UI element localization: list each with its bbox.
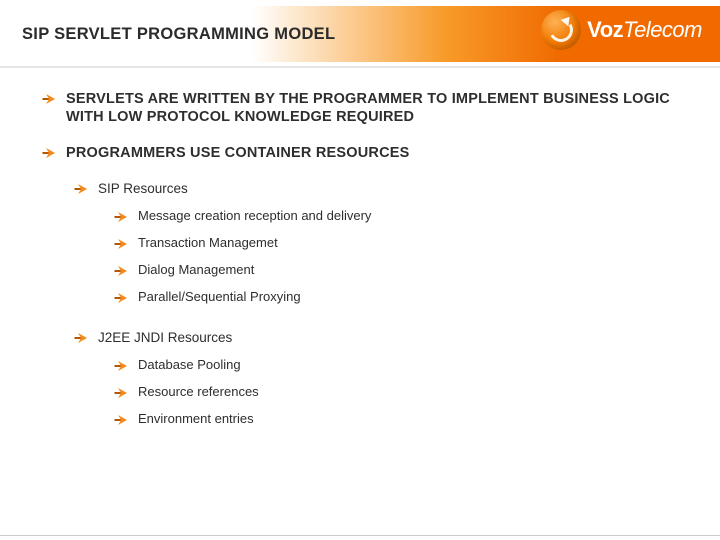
arrow-icon xyxy=(42,92,56,106)
arrow-icon xyxy=(114,413,128,427)
bullet-level1: J2EE JNDI Resources xyxy=(74,329,690,347)
bullet-level2: Resource references xyxy=(114,384,690,401)
bullet-text: Environment entries xyxy=(138,411,254,428)
logo-text: VozTelecom xyxy=(587,17,702,43)
bullet-text: SERVLETS ARE WRITTEN BY THE PROGRAMMER T… xyxy=(66,90,690,126)
bullet-level2: Message creation reception and delivery xyxy=(114,208,690,225)
bullet-text: Dialog Management xyxy=(138,262,254,279)
bullet-text: PROGRAMMERS USE CONTAINER RESOURCES xyxy=(66,144,409,162)
bullet-text: Parallel/Sequential Proxying xyxy=(138,289,301,306)
bullet-level0: PROGRAMMERS USE CONTAINER RESOURCES xyxy=(42,144,690,162)
bullet-level2: Transaction Managemet xyxy=(114,235,690,252)
arrow-icon xyxy=(114,359,128,373)
arrow-icon xyxy=(114,264,128,278)
arrow-icon xyxy=(114,210,128,224)
bullet-text: J2EE JNDI Resources xyxy=(98,329,232,347)
bullet-text: SIP Resources xyxy=(98,180,188,198)
logo-italic: Telecom xyxy=(623,17,702,42)
arrow-icon xyxy=(42,146,56,160)
arrow-icon xyxy=(74,182,88,196)
slide-header: SIP SERVLET PROGRAMMING MODEL VozTelecom xyxy=(0,0,720,68)
arrow-icon xyxy=(74,331,88,345)
bullet-text: Database Pooling xyxy=(138,357,241,374)
bullet-text: Transaction Managemet xyxy=(138,235,278,252)
bullet-level2: Parallel/Sequential Proxying xyxy=(114,289,690,306)
bullet-text: Resource references xyxy=(138,384,259,401)
bullet-text: Message creation reception and delivery xyxy=(138,208,371,225)
slide-title: SIP SERVLET PROGRAMMING MODEL xyxy=(0,25,335,44)
footer-rule xyxy=(0,535,720,536)
slide-body: SERVLETS ARE WRITTEN BY THE PROGRAMMER T… xyxy=(0,68,720,428)
logo-swirl-icon xyxy=(541,10,581,50)
logo-bold: Voz xyxy=(587,17,623,42)
header-rule xyxy=(0,66,720,68)
arrow-icon xyxy=(114,237,128,251)
bullet-level2: Environment entries xyxy=(114,411,690,428)
bullet-level2: Database Pooling xyxy=(114,357,690,374)
arrow-icon xyxy=(114,291,128,305)
bullet-level1: SIP Resources xyxy=(74,180,690,198)
arrow-icon xyxy=(114,386,128,400)
bullet-level2: Dialog Management xyxy=(114,262,690,279)
brand-logo: VozTelecom xyxy=(541,10,702,50)
bullet-level0: SERVLETS ARE WRITTEN BY THE PROGRAMMER T… xyxy=(42,90,690,126)
